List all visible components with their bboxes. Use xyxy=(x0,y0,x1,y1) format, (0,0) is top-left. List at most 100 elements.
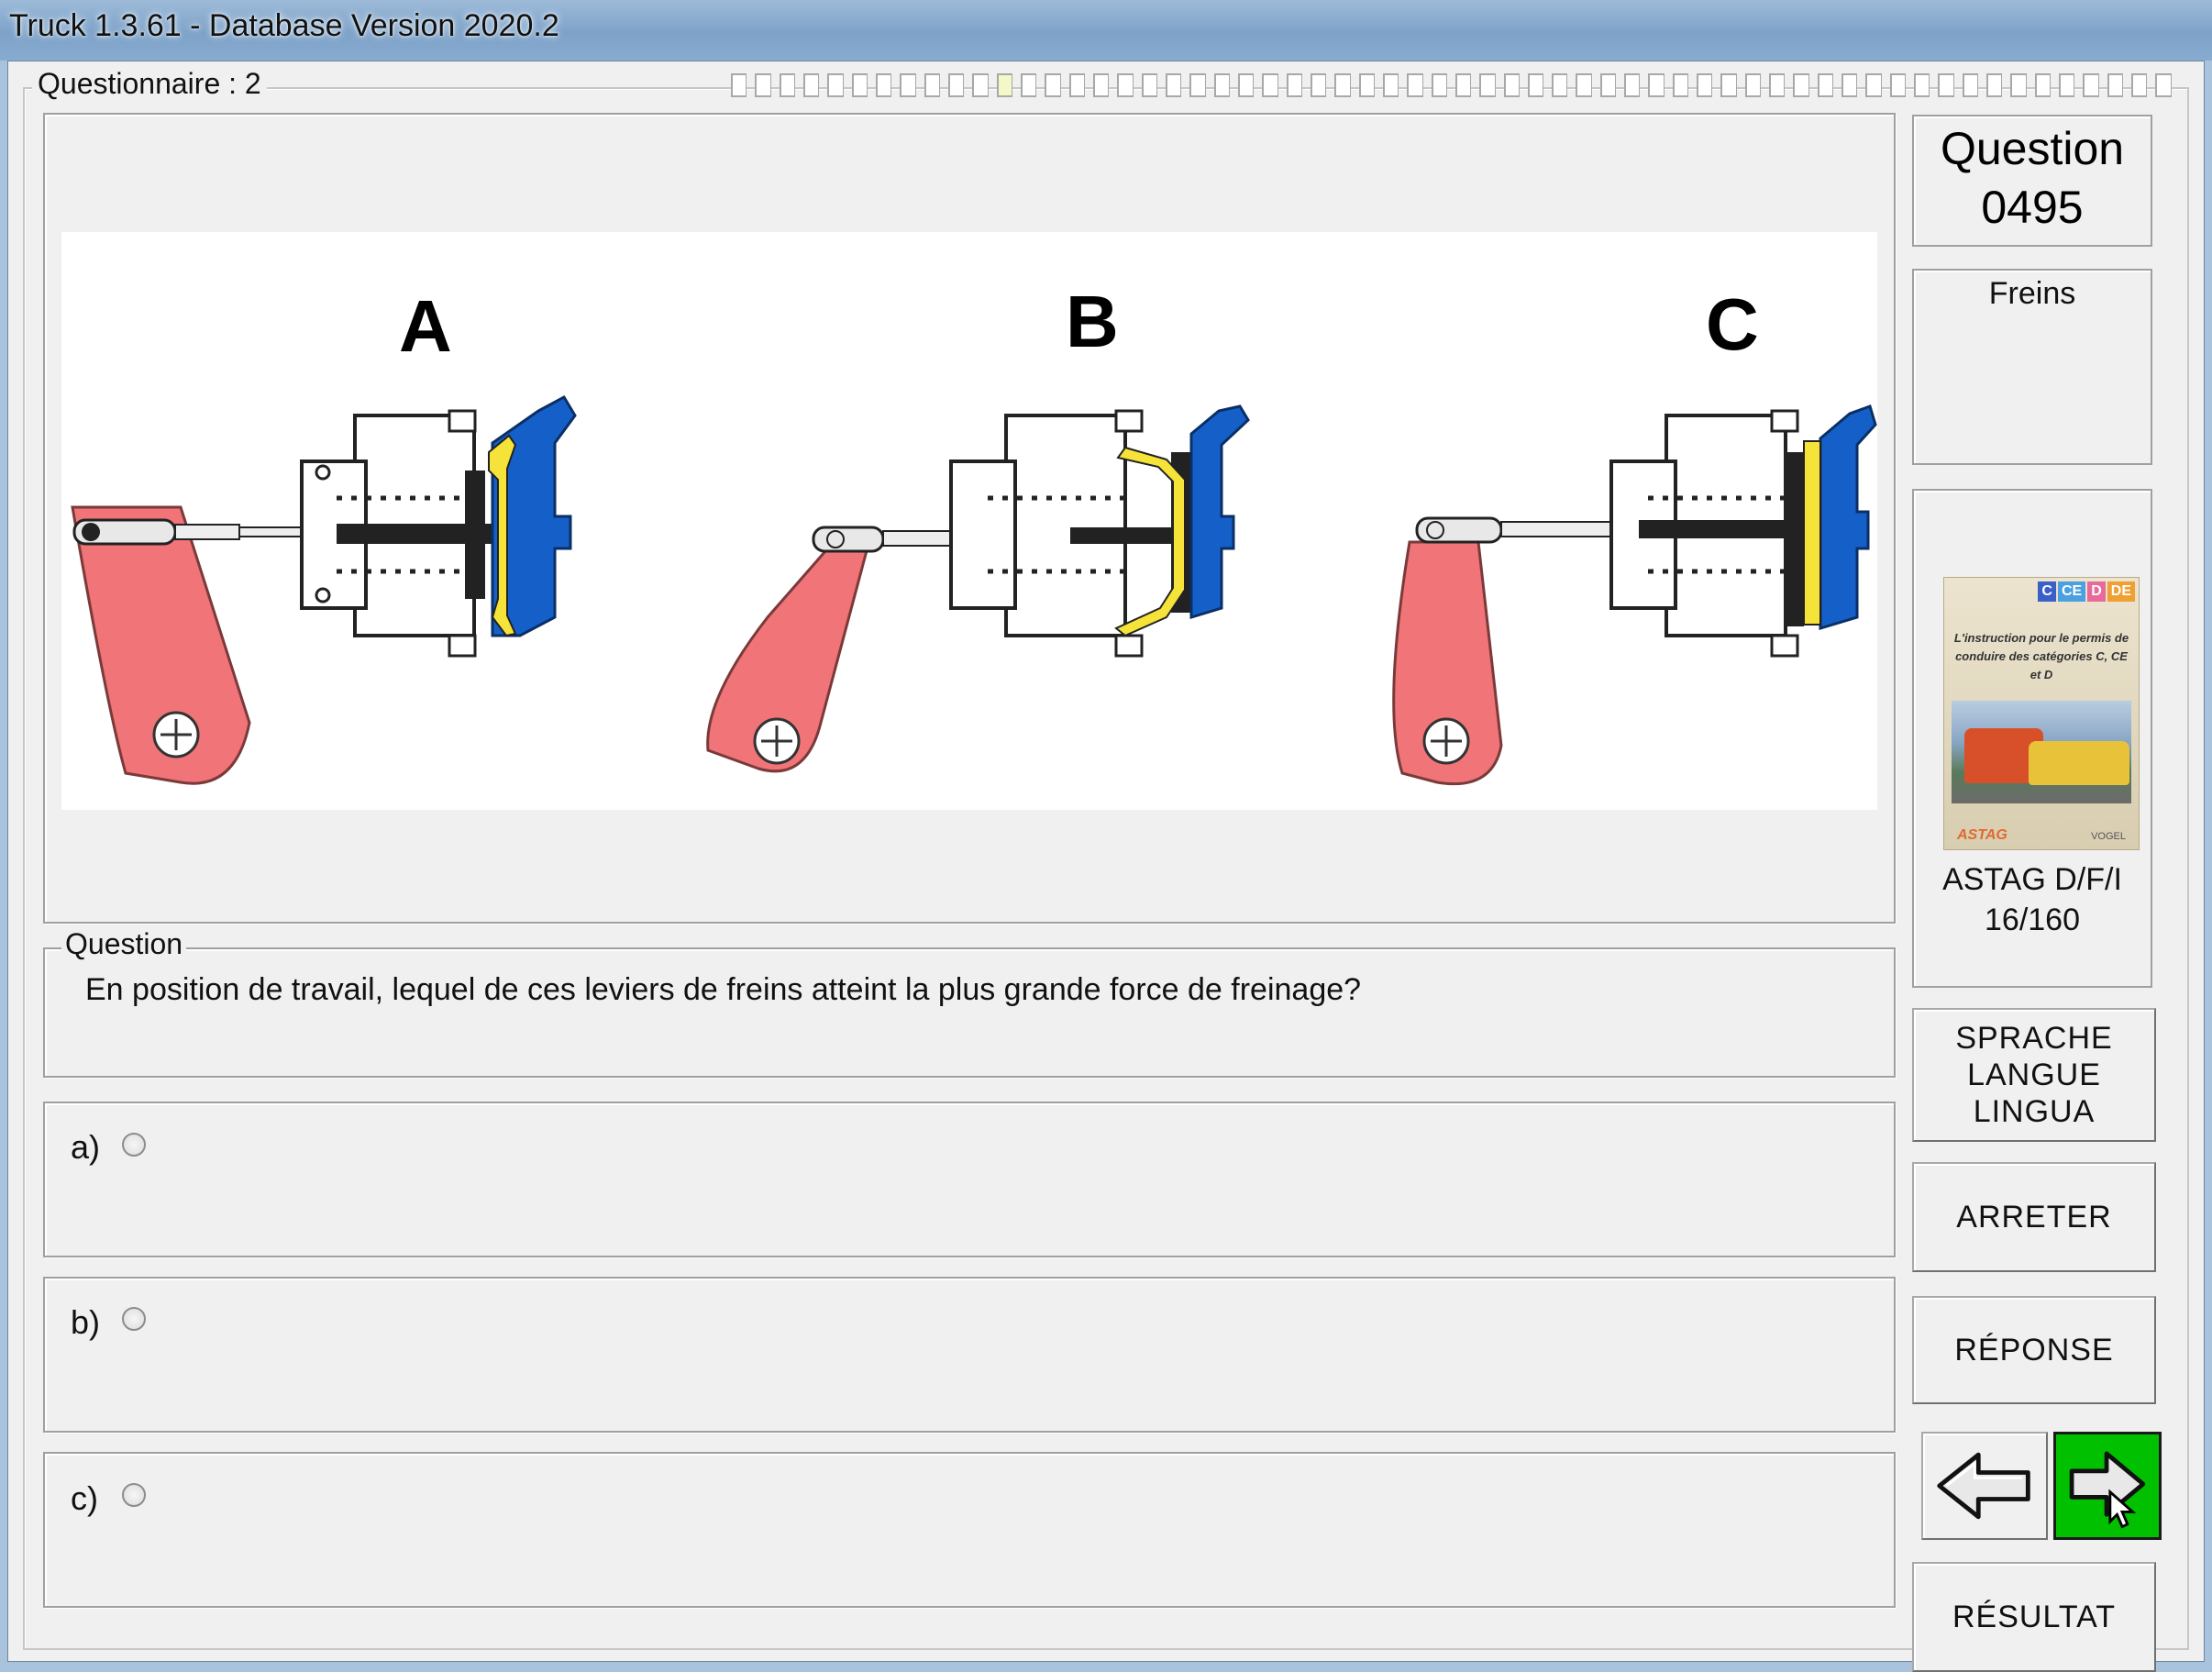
progress-cell xyxy=(1576,73,1592,97)
questionnaire-label: Questionnaire : 2 xyxy=(32,67,267,101)
book-subtitle: L'instruction pour le permis de conduire… xyxy=(1953,631,2129,681)
source-line-1: ASTAG D/F/I xyxy=(1942,862,2122,897)
progress-cell xyxy=(1720,73,1737,97)
book-tab-d: D xyxy=(2087,581,2106,602)
answer-radio-a[interactable] xyxy=(122,1133,146,1157)
question-progress-bar xyxy=(731,73,2180,101)
question-text: En position de travail, lequel de ces le… xyxy=(85,972,1362,1007)
progress-cell xyxy=(1914,73,1930,97)
vogel-logo: VOGEL xyxy=(2091,831,2126,842)
source-line-2: 16/160 xyxy=(1985,902,2080,937)
progress-cell xyxy=(1407,73,1423,97)
progress-cell xyxy=(1938,73,1954,97)
figure-label-b: B xyxy=(1066,281,1119,362)
progress-cell xyxy=(1744,73,1762,97)
question-image-panel: A B C xyxy=(43,113,1896,924)
progress-cell xyxy=(1986,73,2003,97)
language-label-fr: LANGUE xyxy=(1967,1057,2101,1092)
answer-option-b[interactable] xyxy=(43,1277,1896,1433)
brake-unit-c xyxy=(1392,404,1877,786)
stop-button[interactable]: ARRETER xyxy=(1912,1162,2156,1272)
next-button[interactable] xyxy=(2053,1432,2162,1540)
progress-cell xyxy=(1189,73,1206,97)
progress-cell xyxy=(1237,73,1255,97)
question-number-box: Question 0495 xyxy=(1912,115,2152,247)
figure-label-c: C xyxy=(1706,283,1759,365)
progress-cell xyxy=(996,73,1012,97)
language-button[interactable]: SPRACHE LANGUE LINGUA xyxy=(1912,1008,2156,1142)
progress-cell xyxy=(1045,73,1061,97)
progress-cell xyxy=(1479,73,1496,97)
language-label-it: LINGUA xyxy=(1973,1094,2096,1129)
brake-unit-b xyxy=(706,404,1250,773)
progress-cell xyxy=(1141,73,1157,97)
progress-cell xyxy=(1165,73,1182,97)
title-bar: Truck 1.3.61 - Database Version 2020.2 xyxy=(0,0,2212,61)
progress-cell xyxy=(1552,73,1568,97)
book-cover-photo xyxy=(1952,701,2131,803)
category-box: Freins xyxy=(1912,269,2152,465)
progress-cell xyxy=(2034,73,2052,97)
progress-cell xyxy=(1454,73,1472,97)
progress-cell xyxy=(1117,73,1134,97)
progress-cell xyxy=(1648,73,1665,97)
answer-label-a: a) xyxy=(71,1128,101,1166)
progress-cell xyxy=(947,73,965,97)
book-tab-ce: CE xyxy=(2057,581,2086,602)
answer-button[interactable]: RÉPONSE xyxy=(1912,1296,2156,1404)
astag-logo: ASTAG xyxy=(1957,827,2007,843)
progress-cell xyxy=(2131,73,2148,97)
language-label-de: SPRACHE xyxy=(1955,1021,2113,1056)
progress-cell xyxy=(2083,73,2099,97)
answer-option-a[interactable] xyxy=(43,1102,1896,1257)
question-text-panel xyxy=(43,947,1896,1078)
progress-cell xyxy=(1889,73,1907,97)
progress-cell xyxy=(2010,73,2027,97)
progress-cell xyxy=(1068,73,1085,97)
progress-cell xyxy=(1382,73,1399,97)
progress-cell xyxy=(1286,73,1302,97)
progress-cell xyxy=(2107,73,2124,97)
progress-cell xyxy=(827,73,844,97)
source-label: ASTAG D/F/I 16/160 xyxy=(1912,859,2152,940)
question-legend: Question xyxy=(61,927,187,961)
question-number: 0495 xyxy=(1981,182,2084,233)
book-tab-de: DE xyxy=(2107,581,2135,602)
progress-cell xyxy=(1092,73,1110,97)
result-button[interactable]: RÉSULTAT xyxy=(1912,1562,2156,1672)
progress-cell xyxy=(1624,73,1641,97)
progress-cell xyxy=(1672,73,1689,97)
progress-cell xyxy=(1431,73,1447,97)
progress-cell xyxy=(924,73,940,97)
book-tab-c: C xyxy=(2038,581,2056,602)
answer-option-c[interactable] xyxy=(43,1452,1896,1608)
bus-illustration xyxy=(2029,741,2129,785)
progress-cell xyxy=(1358,73,1375,97)
book-category-tabs: C CE D DE xyxy=(2038,581,2135,602)
previous-button[interactable] xyxy=(1921,1432,2048,1540)
progress-cell xyxy=(1599,73,1617,97)
window-title: Truck 1.3.61 - Database Version 2020.2 xyxy=(9,8,559,43)
progress-cell xyxy=(1503,73,1520,97)
progress-cell xyxy=(1817,73,1834,97)
figure-label-a: A xyxy=(399,285,452,367)
progress-cell xyxy=(1697,73,1713,97)
progress-cell xyxy=(972,73,989,97)
progress-cell xyxy=(1334,73,1351,97)
progress-cell xyxy=(779,73,795,97)
arrow-left-icon xyxy=(1937,1452,2030,1520)
progress-cell xyxy=(2155,73,2172,97)
answer-radio-c[interactable] xyxy=(122,1483,146,1507)
answer-radio-b[interactable] xyxy=(122,1307,146,1331)
progress-cell xyxy=(851,73,868,97)
progress-cell xyxy=(875,73,892,97)
progress-cell xyxy=(1865,73,1882,97)
progress-cell xyxy=(900,73,916,97)
answer-label-b: b) xyxy=(71,1303,101,1341)
category-label: Freins xyxy=(1988,276,2076,311)
progress-cell xyxy=(1020,73,1037,97)
progress-cell xyxy=(1962,73,1979,97)
progress-cell xyxy=(2059,73,2075,97)
brake-lever-figure: A B C xyxy=(61,232,1877,810)
answer-label-c: c) xyxy=(71,1479,98,1517)
